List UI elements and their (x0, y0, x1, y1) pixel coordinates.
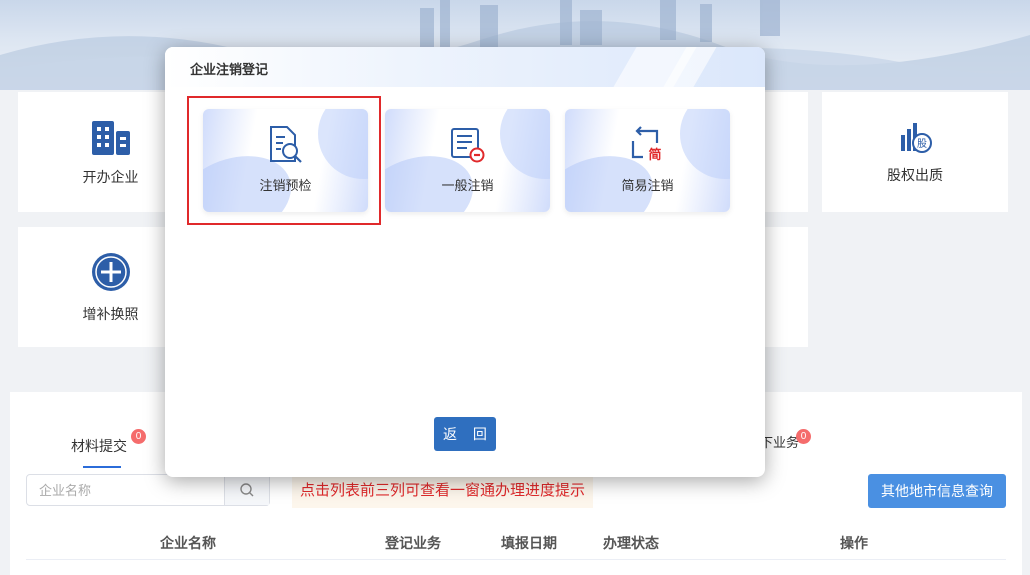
column-header: 办理状态 (603, 535, 659, 551)
equity-chart-icon: 股 (901, 123, 932, 153)
option-label: 简易注销 (621, 178, 674, 193)
active-tab-indicator (83, 466, 121, 468)
card-label: 开办企业 (82, 169, 139, 185)
svg-text:简: 简 (648, 147, 661, 163)
column-header: 操作 (840, 535, 868, 551)
option-label: 一般注销 (441, 178, 494, 193)
selected-option-highlight (187, 96, 381, 225)
tab-count-badge: 0 (131, 429, 146, 444)
column-header: 企业名称 (160, 535, 216, 551)
card-equity-pledge[interactable]: 股 股权出质 (822, 92, 1008, 212)
document-minus-icon (451, 128, 485, 163)
card-label: 股权出质 (887, 167, 943, 183)
simplified-return-icon: 简 (631, 126, 662, 163)
card-label: 增补换照 (82, 306, 139, 322)
tab-material-submit[interactable]: 材料提交 (71, 436, 127, 456)
plus-circle-icon (91, 253, 130, 291)
dialog-title: 企业注销登记 (190, 62, 269, 77)
cancellation-dialog: 企业注销登记 注销预检 一般注销 简 简易注销 返 回 (165, 47, 765, 477)
column-header: 填报日期 (501, 535, 557, 551)
company-search (26, 474, 270, 506)
column-header: 登记业务 (385, 535, 441, 551)
option-simplified-cancel[interactable]: 简 简易注销 (565, 109, 730, 212)
company-search-input[interactable] (27, 475, 225, 505)
other-city-query-button[interactable]: 其他地市信息查询 (868, 474, 1006, 508)
tab-other-business[interactable]: 下业务 (760, 432, 799, 451)
dialog-header: 企业注销登记 (165, 47, 765, 87)
option-general-cancel[interactable]: 一般注销 (385, 109, 550, 212)
back-button[interactable]: 返 回 (434, 417, 496, 451)
table-header-divider (26, 559, 1006, 560)
tab-count-badge: 0 (796, 429, 811, 444)
svg-text:股: 股 (917, 138, 927, 150)
search-icon (240, 483, 254, 497)
building-icon (91, 121, 130, 155)
progress-hint: 点击列表前三列可查看一窗通办理进度提示 (292, 476, 594, 508)
search-button[interactable] (224, 475, 269, 505)
